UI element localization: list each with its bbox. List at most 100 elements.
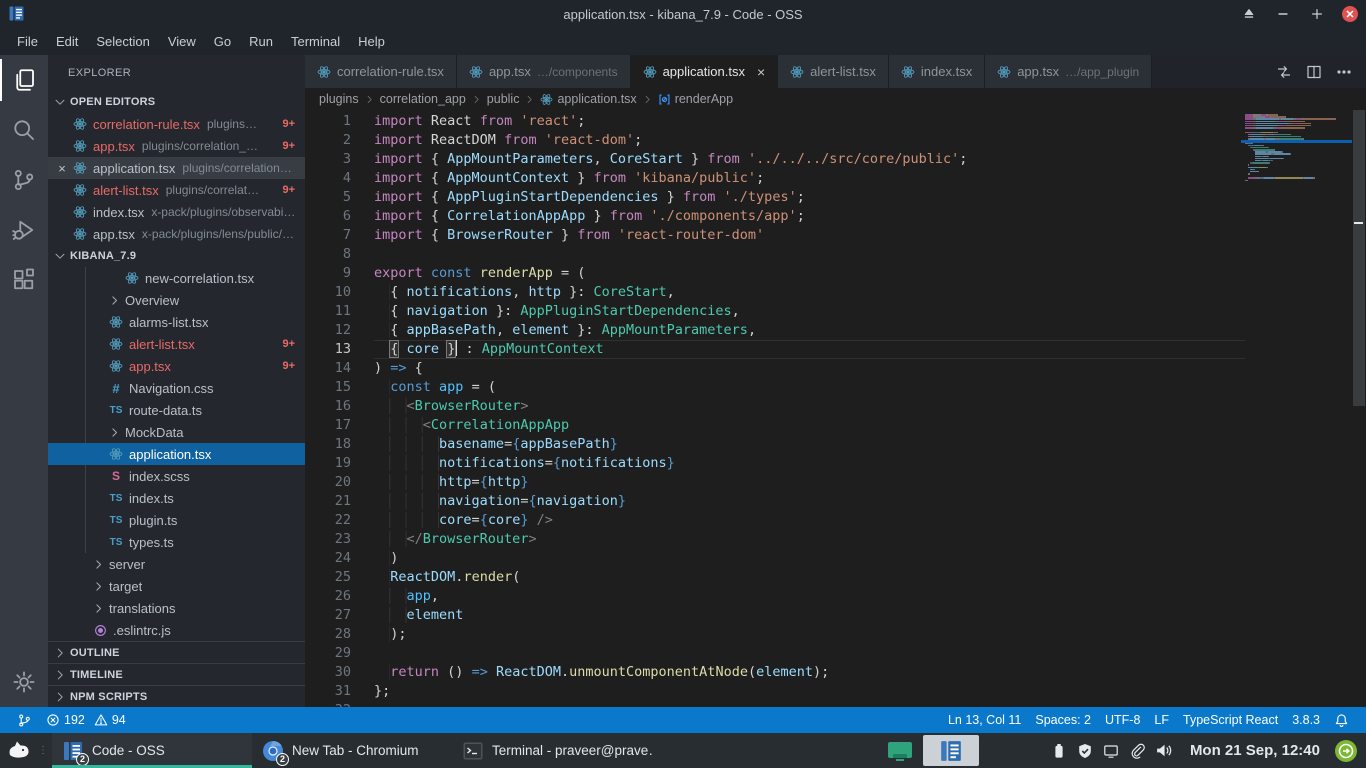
- code-line-18[interactable]: basename={appBasePath}: [374, 435, 1245, 454]
- code-line-14[interactable]: ) => {: [374, 359, 1245, 378]
- open-editor-correlation-rule.tsx[interactable]: ×correlation-rule.tsxplugins…9+: [48, 113, 305, 135]
- menu-selection[interactable]: Selection: [87, 30, 158, 53]
- code-line-28[interactable]: );: [374, 625, 1245, 644]
- code-line-19[interactable]: notifications={notifications}: [374, 454, 1245, 473]
- menu-view[interactable]: View: [159, 30, 205, 53]
- tree-item-types.ts[interactable]: TS types.ts: [48, 531, 305, 553]
- code-line-25[interactable]: ReactDOM.render(: [374, 568, 1245, 587]
- tree-item-new-correlation.tsx[interactable]: new-correlation.tsx: [48, 267, 305, 289]
- tab-correlation-rule.tsx[interactable]: correlation-rule.tsx: [305, 55, 457, 88]
- activity-source-control[interactable]: [0, 155, 48, 205]
- tab-alert-list.tsx[interactable]: alert-list.tsx: [778, 55, 889, 88]
- code-editor[interactable]: 1 2 3 4 5 6 7 8 9 10 11 12 13 14 15 16 17 18 19 20 21 22 23 24 2…: [305, 110, 1366, 707]
- code-line-2[interactable]: import ReactDOM from 'react-dom';: [374, 131, 1245, 150]
- split-editor-icon[interactable]: [1306, 64, 1322, 80]
- tree-item-.eslintrc.js[interactable]: .eslintrc.js: [48, 619, 305, 641]
- breadcrumb-plugins[interactable]: plugins: [319, 92, 359, 106]
- code-line-20[interactable]: http={http}: [374, 473, 1245, 492]
- activity-search[interactable]: [0, 105, 48, 155]
- open-editors-header[interactable]: OPEN EDITORS: [48, 91, 305, 113]
- code-line-16[interactable]: <BrowserRouter>: [374, 397, 1245, 416]
- code-line-11[interactable]: { navigation }: AppPluginStartDependenci…: [374, 302, 1245, 321]
- section-timeline[interactable]: TIMELINE: [48, 663, 305, 685]
- code-content[interactable]: import React from 'react'; import ReactDO…: [374, 112, 1245, 707]
- problems-indicator[interactable]: 192 94: [39, 707, 133, 733]
- language-mode[interactable]: TypeScript React: [1176, 713, 1285, 727]
- open-editor-index.tsx[interactable]: ×index.tsxx-pack/plugins/observabi…: [48, 201, 305, 223]
- tree-item-alert-list.tsx[interactable]: alert-list.tsx 9+: [48, 333, 305, 355]
- project-header[interactable]: KIBANA_7.9: [48, 245, 305, 267]
- open-editor-alert-list.tsx[interactable]: ×alert-list.tsxplugins/correlat…9+: [48, 179, 305, 201]
- tree-item-translations[interactable]: translations: [48, 597, 305, 619]
- section-npm-scripts[interactable]: NPM SCRIPTS: [48, 685, 305, 707]
- tree-item-app.tsx[interactable]: app.tsx 9+: [48, 355, 305, 377]
- code-line-7[interactable]: import { BrowserRouter } from 'react-rou…: [374, 226, 1245, 245]
- code-line-26[interactable]: app,: [374, 587, 1245, 606]
- encoding[interactable]: UTF-8: [1098, 713, 1147, 727]
- clock[interactable]: Mon 21 Sep, 12:40: [1190, 742, 1320, 759]
- tree-item-index.scss[interactable]: Sindex.scss: [48, 465, 305, 487]
- menu-terminal[interactable]: Terminal: [282, 30, 349, 53]
- activity-extensions[interactable]: [0, 255, 48, 305]
- open-editor-app.tsx[interactable]: ×app.tsxx-pack/plugins/lens/public/…: [48, 223, 305, 245]
- close-icon[interactable]: ×: [54, 161, 70, 176]
- tree-item-route-data.ts[interactable]: TS route-data.ts: [48, 399, 305, 421]
- minimap[interactable]: [1241, 114, 1352, 184]
- code-line-29[interactable]: [374, 644, 1245, 663]
- editor-scrollbar[interactable]: [1352, 110, 1366, 707]
- remote-branch-indicator[interactable]: [10, 707, 39, 733]
- notifications-bell[interactable]: [1327, 713, 1356, 728]
- menu-file[interactable]: File: [8, 30, 47, 53]
- code-line-4[interactable]: import { AppMountContext } from 'kibana/…: [374, 169, 1245, 188]
- tab-index.tsx[interactable]: index.tsx: [888, 55, 986, 88]
- taskbar-window-code[interactable]: 2 Code - OSS: [52, 733, 252, 768]
- maximize-button[interactable]: [1308, 5, 1326, 23]
- code-line-12[interactable]: { appBasePath, element }: AppMountParame…: [374, 321, 1245, 340]
- shield-check-icon[interactable]: [1077, 743, 1093, 759]
- breadcrumb-application.tsx[interactable]: application.tsx: [540, 92, 637, 106]
- breadcrumb-correlation_app[interactable]: correlation_app: [380, 92, 466, 106]
- code-line-23[interactable]: </BrowserRouter>: [374, 530, 1245, 549]
- paperclip-icon[interactable]: [1129, 743, 1145, 759]
- breadcrumb-renderApp[interactable]: renderApp: [658, 92, 733, 106]
- tree-item-Overview[interactable]: Overview: [48, 289, 305, 311]
- minimize-button[interactable]: [1274, 5, 1292, 23]
- scrollbar-slider[interactable]: [1353, 110, 1365, 406]
- code-line-27[interactable]: element: [374, 606, 1245, 625]
- ts-version[interactable]: 3.8.3: [1285, 713, 1327, 727]
- eol-sequence[interactable]: LF: [1147, 713, 1176, 727]
- tree-item-plugin.ts[interactable]: TS plugin.ts: [48, 509, 305, 531]
- display-icon[interactable]: [1103, 743, 1119, 759]
- panel-handle[interactable]: ⋮: [38, 745, 48, 755]
- window-close-button[interactable]: ✕: [1342, 6, 1358, 22]
- tree-item-Navigation.css[interactable]: # Navigation.css: [48, 377, 305, 399]
- section-outline[interactable]: OUTLINE: [48, 641, 305, 663]
- volume-icon[interactable]: [1155, 742, 1172, 759]
- code-line-13[interactable]: { core } : AppMountContext: [374, 340, 1245, 359]
- tree-item-target[interactable]: target: [48, 575, 305, 597]
- battery-icon[interactable]: [1051, 743, 1067, 759]
- code-line-22[interactable]: core={core} />: [374, 511, 1245, 530]
- menu-go[interactable]: Go: [205, 30, 240, 53]
- code-line-15[interactable]: const app = (: [374, 378, 1245, 397]
- close-tab-icon[interactable]: ×: [757, 64, 765, 80]
- open-editor-app.tsx[interactable]: ×app.tsxplugins/correlation_…9+: [48, 135, 305, 157]
- activity-settings[interactable]: [0, 657, 48, 707]
- tree-item-MockData[interactable]: MockData: [48, 421, 305, 443]
- tab-application.tsx[interactable]: application.tsx ×: [630, 55, 779, 88]
- app-menu-button[interactable]: [0, 733, 38, 768]
- activity-run-debug[interactable]: [0, 205, 48, 255]
- indentation[interactable]: Spaces: 2: [1028, 713, 1098, 727]
- taskbar-window-terminal[interactable]: Terminal - praveer@prave…: [452, 733, 652, 768]
- menu-edit[interactable]: Edit: [47, 30, 87, 53]
- code-line-10[interactable]: { notifications, http }: CoreStart,: [374, 283, 1245, 302]
- code-line-21[interactable]: navigation={navigation}: [374, 492, 1245, 511]
- taskbar-window-new[interactable]: 2 New Tab - Chromium: [252, 733, 452, 768]
- tree-item-server[interactable]: server: [48, 553, 305, 575]
- code-line-9[interactable]: export const renderApp = (: [374, 264, 1245, 283]
- code-line-5[interactable]: import { AppPluginStartDependencies } fr…: [374, 188, 1245, 207]
- tab-app.tsx-app_plugin[interactable]: app.tsx …/app_plugin: [985, 55, 1153, 88]
- code-line-31[interactable]: };: [374, 682, 1245, 701]
- logout-icon[interactable]: [1334, 739, 1358, 763]
- tree-item-application.tsx[interactable]: application.tsx: [48, 443, 305, 465]
